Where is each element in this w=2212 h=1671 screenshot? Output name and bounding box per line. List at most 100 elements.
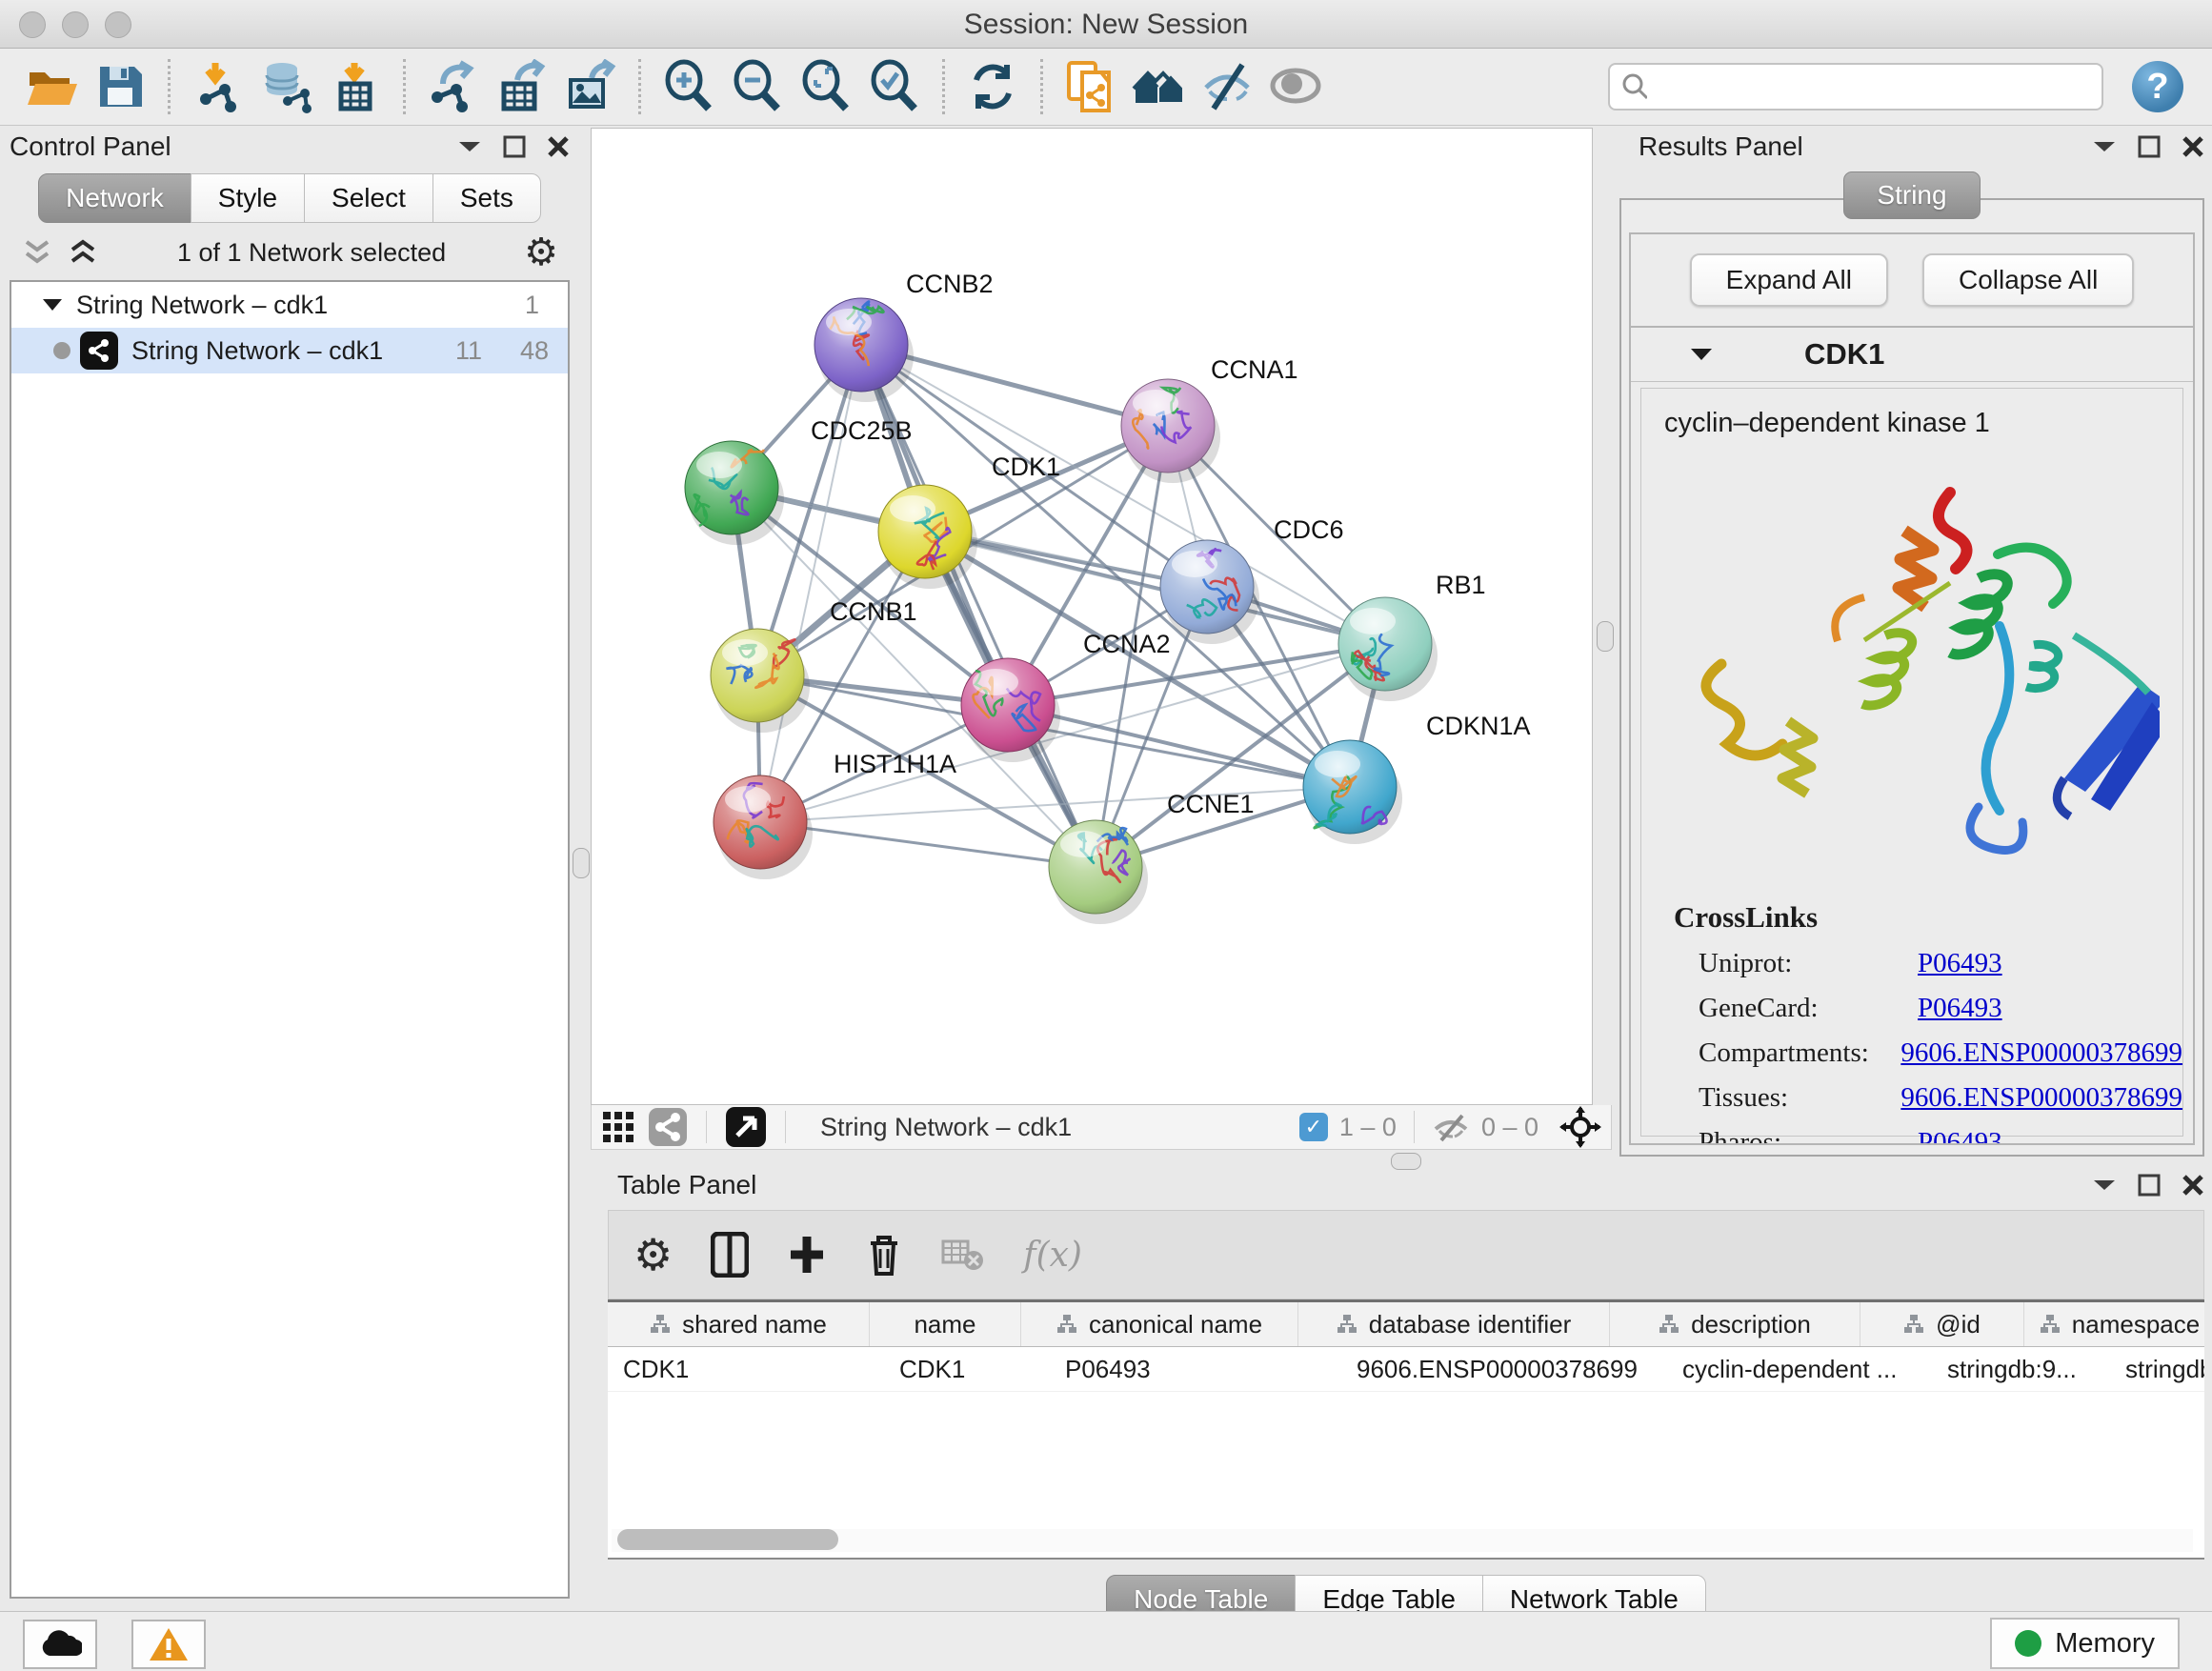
memory-status-dot [2015,1630,2041,1657]
close-panel-icon[interactable] [547,135,570,158]
node-CDC25B[interactable]: CDC25B [685,416,913,545]
close-panel-icon[interactable] [2182,135,2204,158]
cell-@id: stringdb:9... [1932,1347,2110,1391]
automatic-layout-icon[interactable] [1129,56,1190,117]
tab-select[interactable]: Select [304,173,433,223]
horizontal-splitter-handle[interactable] [1391,1153,1421,1170]
column-header-namespace[interactable]: namespace [2024,1302,2204,1346]
network-row[interactable]: String Network – cdk1 11 48 [11,328,568,373]
import-network-database-icon[interactable] [256,56,317,117]
export-network-icon[interactable] [423,56,484,117]
column-header-name[interactable]: name [870,1302,1021,1346]
crosslink-link[interactable]: 9606.ENSP00000378699 [1900,1082,2182,1114]
delete-column-icon[interactable] [865,1232,903,1278]
node-CDC6[interactable]: CDC6 [1160,515,1344,644]
zoom-selected-icon[interactable] [864,56,925,117]
node-CCNB2[interactable]: CCNB2 [814,270,994,402]
string-view-icon[interactable] [649,1108,687,1146]
table-panel: Table Panel ⚙ f(x) shared namenamecanoni… [608,1166,2204,1612]
collapse-all-button[interactable]: Collapse All [1922,253,2134,307]
node-CCNA1[interactable]: CCNA1 [1121,355,1298,483]
node-label-CCNB1: CCNB1 [830,597,917,626]
table-options-gear-icon[interactable]: ⚙ [633,1233,673,1277]
float-panel-icon[interactable] [2138,135,2161,158]
node-table: shared name name canonical namedatabase id… [608,1299,2204,1560]
zoom-in-icon[interactable] [658,56,719,117]
panel-menu-icon[interactable] [2092,139,2117,154]
network-view-panel: CCNB2CCNA1CDC25BCDK1CDC6RB1CCNB1CCNA2CDK… [591,128,1593,1151]
network-canvas[interactable]: CCNB2CCNA1CDC25BCDK1CDC6RB1CCNB1CCNA2CDK… [591,128,1593,1105]
birdseye-view-icon[interactable] [726,1107,766,1147]
add-column-icon[interactable] [787,1235,827,1275]
column-header-@id[interactable]: @id [1860,1302,2024,1346]
close-panel-icon[interactable] [2182,1174,2204,1197]
gene-section-header[interactable]: CDK1 [1631,328,2193,382]
column-header-description[interactable]: description [1610,1302,1860,1346]
node-RB1[interactable]: RB1 [1338,571,1486,701]
table-row[interactable]: CDK1CDK1P064939606.ENSP00000378699cyclin… [608,1347,2204,1392]
tab-style[interactable]: Style [191,173,305,223]
collection-expander-icon[interactable] [42,297,63,312]
crosslink-row: Uniprot:P06493 [1674,948,2182,979]
toolbar-divider [706,1111,707,1143]
grid-view-icon[interactable] [601,1110,635,1144]
refresh-view-icon[interactable] [962,56,1023,117]
network-selection-status: 1 of 1 Network selected [99,238,524,268]
memory-button[interactable]: Memory [1990,1618,2180,1669]
crosslink-link[interactable]: P06493 [1918,948,2002,979]
tab-sets[interactable]: Sets [432,173,541,223]
search-field[interactable] [1608,63,2103,111]
node-CCNB1[interactable]: CCNB1 [711,597,917,733]
export-image-icon[interactable] [560,56,621,117]
column-label: name [914,1310,975,1339]
table-horizontal-scrollbar[interactable] [612,1529,2193,1552]
copy-style-icon[interactable] [1060,56,1121,117]
export-table-icon[interactable] [492,56,553,117]
help-button[interactable]: ? [2132,61,2183,112]
tab-string[interactable]: String [1843,171,1980,219]
network-view-toolbar: String Network – cdk1 ✓ 1 – 0 0 – 0 [591,1105,1612,1150]
open-session-icon[interactable] [21,56,82,117]
float-panel-icon[interactable] [2138,1174,2161,1197]
crosslink-link[interactable]: P06493 [1918,1127,2002,1145]
gene-expander-icon[interactable] [1690,347,1713,362]
network-view-title: String Network – cdk1 [820,1113,1072,1142]
cloud-button[interactable] [23,1620,97,1669]
import-network-file-icon[interactable] [188,56,249,117]
selected-items-checkbox-icon[interactable]: ✓ [1299,1113,1328,1141]
node-HIST1H1A[interactable]: HIST1H1A [714,750,956,879]
tab-network[interactable]: Network [38,173,191,223]
expand-all-button[interactable]: Expand All [1690,253,1888,307]
panel-menu-icon[interactable] [2092,1178,2117,1193]
left-splitter-handle[interactable] [573,848,590,878]
network-options-gear-icon[interactable]: ⚙ [524,233,558,272]
crosslink-link[interactable]: 9606.ENSP00000378699 [1900,1037,2182,1069]
collapse-all-chevron-icon[interactable] [21,238,53,267]
right-splitter-handle[interactable] [1597,621,1614,652]
node-CDKN1A[interactable]: CDKN1A [1303,712,1531,844]
search-input[interactable] [1657,71,2090,103]
column-header-shared-name[interactable]: shared name [608,1302,870,1346]
column-header-database-identifier[interactable]: database identifier [1298,1302,1610,1346]
crosslink-link[interactable]: P06493 [1918,993,2002,1024]
node-label-CCNA2: CCNA2 [1083,630,1171,658]
warning-button[interactable] [131,1620,206,1669]
expand-all-chevron-icon[interactable] [67,238,99,267]
zoom-out-icon[interactable] [727,56,788,117]
hide-selected-icon[interactable] [1197,56,1258,117]
save-session-icon[interactable] [90,56,151,117]
panel-menu-icon[interactable] [457,139,482,154]
import-table-icon[interactable] [325,56,386,117]
show-columns-icon[interactable] [711,1232,749,1278]
column-type-icon [1659,1314,1679,1335]
float-panel-icon[interactable] [503,135,526,158]
fit-content-crosshair-icon[interactable] [1559,1106,1601,1148]
column-label: @id [1936,1310,1981,1339]
network-collection-row[interactable]: String Network – cdk1 1 [11,282,568,328]
scrollbar-thumb[interactable] [617,1529,838,1550]
column-header-canonical-name[interactable]: canonical name [1021,1302,1298,1346]
node-label-CDKN1A: CDKN1A [1426,712,1531,740]
node-CCNE1[interactable]: CCNE1 [1049,790,1255,924]
show-graphics-details-icon[interactable] [1266,56,1327,117]
zoom-fit-icon[interactable] [795,56,856,117]
